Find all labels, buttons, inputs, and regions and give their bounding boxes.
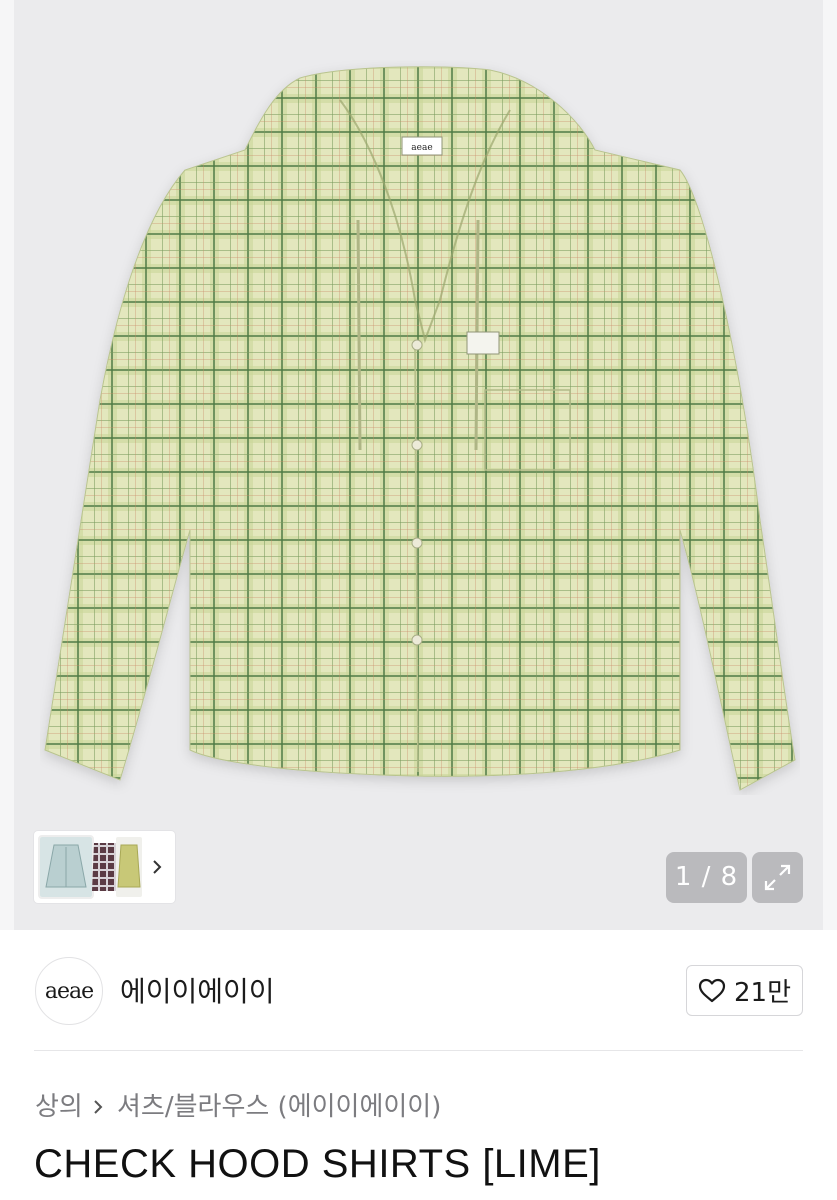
like-button[interactable]: 21만: [686, 965, 803, 1016]
chevron-right-icon[interactable]: [150, 852, 164, 882]
image-counter: 1 / 8: [666, 852, 747, 903]
brand-name[interactable]: 에이이에이이: [120, 970, 275, 1010]
zoom-button[interactable]: [752, 852, 803, 903]
shirt-label-text: aeae: [411, 143, 432, 153]
thumbnail-strip[interactable]: [34, 831, 175, 903]
thumbnail-3[interactable]: [116, 837, 142, 897]
product-image: aeae: [44, 66, 796, 791]
divider: [34, 1050, 803, 1051]
brand-logo[interactable]: aeae: [35, 957, 103, 1025]
gallery-edge-left: [0, 0, 14, 930]
thumbnail-1[interactable]: [38, 835, 94, 899]
breadcrumb-level1[interactable]: 상의: [35, 1086, 83, 1123]
like-count: 21만: [733, 978, 791, 1008]
chevron-right-icon: [94, 1100, 103, 1114]
product-image-gallery[interactable]: aeae 1 / 8: [0, 0, 837, 930]
breadcrumb-level2[interactable]: 셔츠/블라우스 (에이이에이이): [117, 1086, 441, 1123]
gallery-edge-right: [823, 0, 837, 930]
heart-icon: [698, 978, 726, 1002]
product-title: CHECK HOOD SHIRTS [LIME]: [34, 1142, 601, 1186]
expand-icon: [764, 864, 791, 891]
